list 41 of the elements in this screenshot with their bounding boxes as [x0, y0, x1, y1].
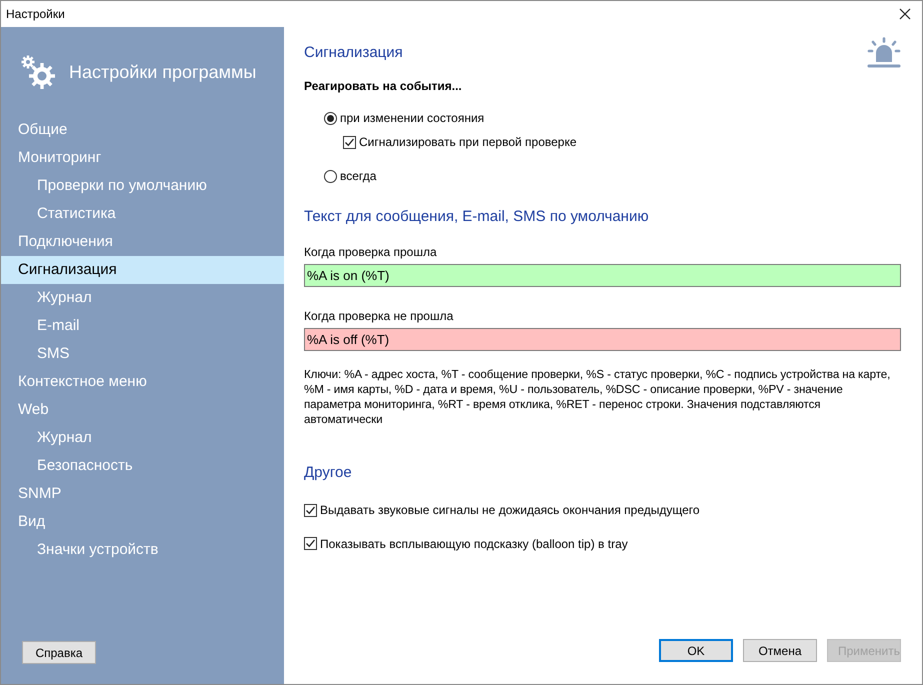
- keys-note: Ключи: %A - адрес хоста, %T - сообщение проверки, %S - статус проверки, %C - подпись устройства на карте, %M - имя карты, %D - дата и время, %U - пользователь, %DSC - описание проверки, %PV - значение параметра мониторинга, %RT - время отклика, %RET - перенос строки. Значения подставляются автоматически: [304, 367, 892, 427]
- window-title: Настройки: [6, 7, 65, 21]
- nav-item[interactable]: Вид: [1, 508, 284, 536]
- nav-item[interactable]: Контекстное меню: [1, 368, 284, 396]
- nav-item[interactable]: Мониторинг: [1, 144, 284, 172]
- dialog-button[interactable]: OK: [659, 639, 733, 662]
- nav-item[interactable]: Проверки по умолчанию: [1, 172, 284, 200]
- close-icon[interactable]: [899, 8, 911, 20]
- siren-icon: [867, 37, 901, 69]
- nav-item[interactable]: Общие: [1, 116, 284, 144]
- gears-icon: [20, 54, 56, 90]
- nav-item[interactable]: Web: [1, 396, 284, 424]
- section-heading: Текст для сообщения, E-mail, SMS по умолчанию: [304, 208, 650, 225]
- nav-item[interactable]: Журнал: [1, 424, 284, 452]
- checkmark-icon: [305, 538, 316, 549]
- dialog-button[interactable]: Отмена: [743, 639, 817, 662]
- field-label: Когда проверка не прошла: [304, 309, 454, 323]
- section-heading: Другое: [304, 464, 353, 481]
- nav-item[interactable]: Журнал: [1, 284, 284, 312]
- checkbox-option[interactable]: Показывать всплывающую подсказку (balloon tip) в tray: [304, 536, 628, 550]
- checkmark-icon: [305, 504, 316, 516]
- react-label: Реагировать на события...: [304, 79, 463, 93]
- sidebar-title: Настройки программы: [69, 62, 256, 82]
- nav-item[interactable]: SNMP: [1, 480, 284, 508]
- checkbox-option[interactable]: Сигнализировать при первой проверке: [343, 135, 577, 149]
- field-label: Когда проверка прошла: [304, 245, 438, 259]
- section-heading: Сигнализация: [304, 44, 403, 61]
- nav-item[interactable]: Значки устройств: [1, 536, 284, 564]
- nav-item[interactable]: Сигнализация: [1, 256, 284, 284]
- radio-option[interactable]: всегда: [324, 169, 376, 183]
- nav-item[interactable]: E-mail: [1, 312, 284, 340]
- message-field[interactable]: %A is off (%T): [304, 328, 901, 351]
- radio-option[interactable]: при изменении состояния: [324, 111, 484, 125]
- nav-item[interactable]: Безопасность: [1, 452, 284, 480]
- checkbox-option[interactable]: Выдавать звуковые сигналы не дожидаясь окончания предыдущего: [304, 503, 700, 517]
- nav-item[interactable]: SMS: [1, 340, 284, 368]
- checkmark-icon: [344, 136, 355, 148]
- nav-item[interactable]: Статистика: [1, 200, 284, 228]
- nav-item[interactable]: Подключения: [1, 228, 284, 256]
- message-field[interactable]: %A is on (%T): [304, 264, 901, 287]
- help-button[interactable]: Справка: [22, 641, 96, 664]
